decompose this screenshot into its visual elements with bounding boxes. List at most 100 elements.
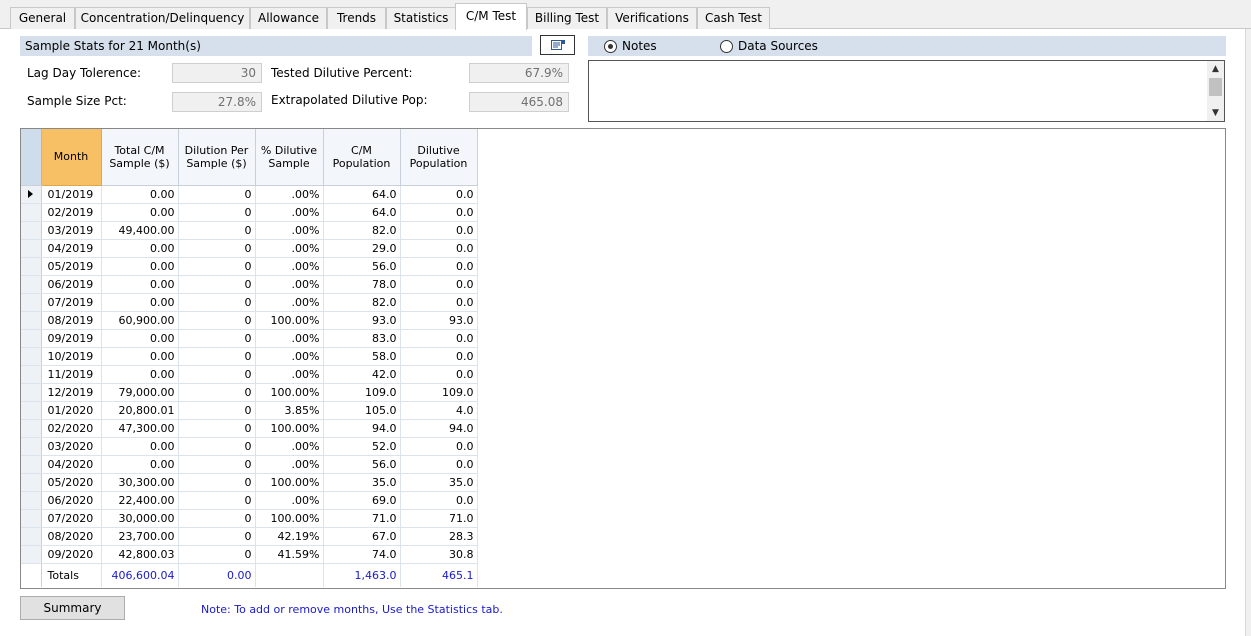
cell-total-cm-sample[interactable]: 49,400.00: [101, 221, 179, 240]
table-row[interactable]: 12/2019 79,000.00 0 100.00% 109.0 109.0: [21, 383, 478, 402]
cell-dilutive-population[interactable]: 28.3: [400, 527, 478, 546]
cell-cm-population[interactable]: 93.0: [323, 311, 401, 330]
cell-pct-dilutive-sample[interactable]: .00%: [255, 293, 324, 312]
table-row[interactable]: 10/2019 0.00 0.00% 58.0 0.0: [21, 347, 478, 366]
cell-dilutive-population[interactable]: 4.0: [400, 401, 478, 420]
cell-pct-dilutive-sample[interactable]: .00%: [255, 491, 324, 510]
row-selector[interactable]: [21, 491, 42, 510]
table-row[interactable]: 08/2019 60,900.00 0 100.00% 93.0 93.0: [21, 311, 478, 330]
cell-cm-population[interactable]: 29.0: [323, 239, 401, 258]
cell-pct-dilutive-sample[interactable]: .00%: [255, 275, 324, 294]
cell-cm-population[interactable]: 69.0: [323, 491, 401, 510]
cell-dilutive-population[interactable]: 0.0: [400, 185, 478, 204]
cell-dilutive-population[interactable]: 93.0: [400, 311, 478, 330]
cell-total-cm-sample[interactable]: 30,000.00: [101, 509, 179, 528]
tab-statistics[interactable]: Statistics: [386, 7, 456, 29]
cell-pct-dilutive-sample[interactable]: 42.19%: [255, 527, 324, 546]
cell-pct-dilutive-sample[interactable]: .00%: [255, 257, 324, 276]
cell-cm-population[interactable]: 109.0: [323, 383, 401, 402]
calculator-button[interactable]: [540, 35, 575, 55]
table-row[interactable]: 01/2019 0.00 0.00% 64.0 0.0: [21, 185, 478, 204]
tab-trends[interactable]: Trends: [327, 7, 386, 29]
table-row[interactable]: 02/2019 0.00 0.00% 64.0 0.0: [21, 203, 478, 222]
cell-dilution-per-sample[interactable]: 0: [178, 473, 256, 492]
cell-dilution-per-sample[interactable]: 0: [178, 275, 256, 294]
table-row[interactable]: 04/2019 0.00 0.00% 29.0 0.0: [21, 239, 478, 258]
cell-total-cm-sample[interactable]: 30,300.00: [101, 473, 179, 492]
table-row[interactable]: 04/2020 0.00 0.00% 56.0 0.0: [21, 455, 478, 474]
cell-month[interactable]: 08/2020: [41, 527, 102, 546]
tab-allowance[interactable]: Allowance: [250, 7, 327, 29]
data-sources-radio[interactable]: Data Sources: [720, 38, 818, 54]
cell-month[interactable]: 03/2019: [41, 221, 102, 240]
cell-dilutive-population[interactable]: 0.0: [400, 329, 478, 348]
cell-pct-dilutive-sample[interactable]: 100.00%: [255, 311, 324, 330]
notes-radio[interactable]: Notes: [604, 38, 657, 54]
cell-total-cm-sample[interactable]: 0.00: [101, 329, 179, 348]
cell-pct-dilutive-sample[interactable]: .00%: [255, 329, 324, 348]
cell-dilution-per-sample[interactable]: 0: [178, 527, 256, 546]
cell-pct-dilutive-sample[interactable]: 41.59%: [255, 545, 324, 564]
table-row[interactable]: 09/2020 42,800.03 0 41.59% 74.0 30.8: [21, 545, 478, 564]
cell-month[interactable]: 06/2019: [41, 275, 102, 294]
cell-pct-dilutive-sample[interactable]: 100.00%: [255, 383, 324, 402]
cell-total-cm-sample[interactable]: 0.00: [101, 275, 179, 294]
table-row[interactable]: 03/2019 49,400.00 0.00% 82.0 0.0: [21, 221, 478, 240]
cell-dilutive-population[interactable]: 0.0: [400, 437, 478, 456]
cell-month[interactable]: 01/2019: [41, 185, 102, 204]
row-selector[interactable]: [21, 293, 42, 312]
cell-dilution-per-sample[interactable]: 0: [178, 455, 256, 474]
cell-total-cm-sample[interactable]: 60,900.00: [101, 311, 179, 330]
row-selector[interactable]: [21, 383, 42, 402]
cell-month[interactable]: 04/2020: [41, 455, 102, 474]
cell-cm-population[interactable]: 82.0: [323, 221, 401, 240]
cell-month[interactable]: 03/2020: [41, 437, 102, 456]
row-selector[interactable]: [21, 545, 42, 564]
cell-cm-population[interactable]: 82.0: [323, 293, 401, 312]
cell-dilutive-population[interactable]: 30.8: [400, 545, 478, 564]
cell-dilutive-population[interactable]: 0.0: [400, 455, 478, 474]
cell-cm-population[interactable]: 83.0: [323, 329, 401, 348]
cell-dilution-per-sample[interactable]: 0: [178, 329, 256, 348]
cell-dilutive-population[interactable]: 0.0: [400, 257, 478, 276]
table-row[interactable]: 03/2020 0.00 0.00% 52.0 0.0: [21, 437, 478, 456]
cell-cm-population[interactable]: 78.0: [323, 275, 401, 294]
row-selector[interactable]: [21, 455, 42, 474]
cell-dilution-per-sample[interactable]: 0: [178, 221, 256, 240]
tab-verifications[interactable]: Verifications: [607, 7, 697, 29]
cell-month[interactable]: 01/2020: [41, 401, 102, 420]
cell-month[interactable]: 08/2019: [41, 311, 102, 330]
cell-dilution-per-sample[interactable]: 0: [178, 311, 256, 330]
row-selector[interactable]: [21, 239, 42, 258]
cell-dilutive-population[interactable]: 71.0: [400, 509, 478, 528]
notes-textarea[interactable]: ▲ ▼: [588, 60, 1225, 122]
cell-pct-dilutive-sample[interactable]: 100.00%: [255, 473, 324, 492]
cell-month[interactable]: 09/2019: [41, 329, 102, 348]
row-selector[interactable]: [21, 257, 42, 276]
column-header-month[interactable]: Month: [41, 129, 102, 186]
grid-corner[interactable]: [21, 129, 42, 186]
cell-cm-population[interactable]: 56.0: [323, 257, 401, 276]
cell-month[interactable]: 02/2020: [41, 419, 102, 438]
table-row[interactable]: 11/2019 0.00 0.00% 42.0 0.0: [21, 365, 478, 384]
cell-cm-population[interactable]: 74.0: [323, 545, 401, 564]
cell-total-cm-sample[interactable]: 0.00: [101, 455, 179, 474]
tab-cash-test[interactable]: Cash Test: [697, 7, 770, 29]
cell-month[interactable]: 07/2019: [41, 293, 102, 312]
row-selector[interactable]: [21, 329, 42, 348]
scroll-thumb[interactable]: [1209, 78, 1222, 96]
table-row[interactable]: 06/2019 0.00 0.00% 78.0 0.0: [21, 275, 478, 294]
cell-dilution-per-sample[interactable]: 0: [178, 293, 256, 312]
table-row[interactable]: 05/2019 0.00 0.00% 56.0 0.0: [21, 257, 478, 276]
cell-month[interactable]: 10/2019: [41, 347, 102, 366]
table-row[interactable]: 02/2020 47,300.00 0 100.00% 94.0 94.0: [21, 419, 478, 438]
cell-cm-population[interactable]: 71.0: [323, 509, 401, 528]
cell-dilution-per-sample[interactable]: 0: [178, 185, 256, 204]
cell-dilutive-population[interactable]: 0.0: [400, 347, 478, 366]
cell-total-cm-sample[interactable]: 0.00: [101, 437, 179, 456]
cell-cm-population[interactable]: 35.0: [323, 473, 401, 492]
cell-dilution-per-sample[interactable]: 0: [178, 545, 256, 564]
column-header-cm-population[interactable]: C/M Population: [323, 129, 401, 186]
table-row[interactable]: 07/2020 30,000.00 0 100.00% 71.0 71.0: [21, 509, 478, 528]
cell-dilution-per-sample[interactable]: 0: [178, 509, 256, 528]
